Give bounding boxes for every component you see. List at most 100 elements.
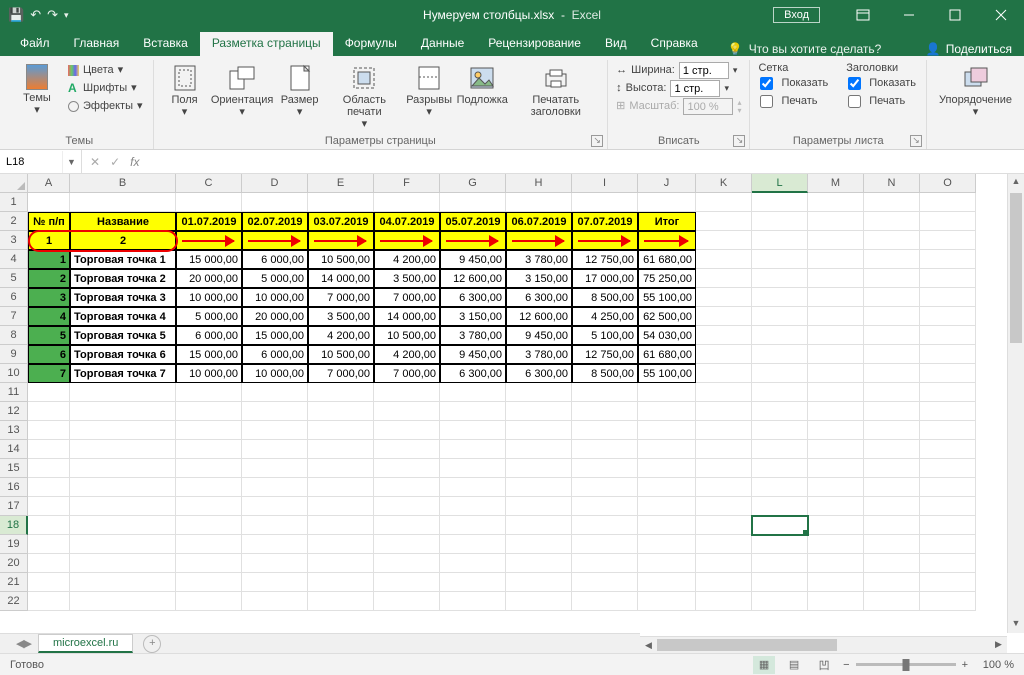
cell[interactable] xyxy=(374,516,440,535)
cell[interactable] xyxy=(808,516,864,535)
cell[interactable] xyxy=(696,459,752,478)
normal-view-icon[interactable]: ▦ xyxy=(753,656,775,674)
cell[interactable]: 10 000,00 xyxy=(176,364,242,383)
row-header[interactable]: 7 xyxy=(0,307,28,326)
cell[interactable] xyxy=(638,402,696,421)
cell[interactable]: 3 500,00 xyxy=(374,269,440,288)
cell[interactable] xyxy=(440,231,506,250)
cell[interactable] xyxy=(638,592,696,611)
cell[interactable] xyxy=(752,364,808,383)
cell[interactable] xyxy=(808,478,864,497)
cell[interactable] xyxy=(808,231,864,250)
cell[interactable]: 10 000,00 xyxy=(242,364,308,383)
cell[interactable] xyxy=(242,535,308,554)
cell[interactable] xyxy=(572,592,638,611)
cell[interactable] xyxy=(506,421,572,440)
cell[interactable] xyxy=(638,554,696,573)
cell[interactable] xyxy=(28,440,70,459)
cell[interactable]: 07.07.2019 xyxy=(572,212,638,231)
cell[interactable] xyxy=(374,592,440,611)
cell[interactable] xyxy=(752,345,808,364)
row-header[interactable]: 20 xyxy=(0,554,28,573)
cell[interactable] xyxy=(374,478,440,497)
page-break-view-icon[interactable]: 凹 xyxy=(813,656,835,674)
worksheet[interactable]: ABCDEFGHIJKLMNO 123456789101112131415161… xyxy=(0,174,1024,633)
tab-разметка страницы[interactable]: Разметка страницы xyxy=(200,32,333,56)
cell[interactable] xyxy=(506,592,572,611)
cell[interactable] xyxy=(696,193,752,212)
scroll-down-icon[interactable]: ▼ xyxy=(1008,616,1024,633)
cell[interactable] xyxy=(70,402,176,421)
col-header[interactable]: M xyxy=(808,174,864,193)
cell[interactable] xyxy=(808,421,864,440)
cell[interactable] xyxy=(506,459,572,478)
cell[interactable]: 2 xyxy=(70,231,176,250)
cell[interactable] xyxy=(696,421,752,440)
cell[interactable] xyxy=(308,535,374,554)
background-button[interactable]: Подложка xyxy=(458,62,506,108)
row-header[interactable]: 18 xyxy=(0,516,28,535)
cell[interactable] xyxy=(308,383,374,402)
cell[interactable]: Торговая точка 2 xyxy=(70,269,176,288)
cell[interactable]: 6 000,00 xyxy=(242,250,308,269)
cell[interactable] xyxy=(752,459,808,478)
cell[interactable] xyxy=(28,592,70,611)
cell[interactable] xyxy=(572,497,638,516)
qat-more-icon[interactable]: ▾ xyxy=(64,10,69,21)
cancel-formula-icon[interactable]: ✕ xyxy=(90,155,100,169)
cell[interactable] xyxy=(752,231,808,250)
ribbon-options-icon[interactable] xyxy=(840,0,886,30)
cell[interactable]: 10 000,00 xyxy=(242,288,308,307)
cell[interactable]: 4 250,00 xyxy=(572,307,638,326)
cell[interactable] xyxy=(70,592,176,611)
cell[interactable] xyxy=(506,402,572,421)
cell[interactable] xyxy=(374,573,440,592)
cell[interactable] xyxy=(920,440,976,459)
row-header[interactable]: 8 xyxy=(0,326,28,345)
cell[interactable] xyxy=(920,402,976,421)
cell[interactable]: 14 000,00 xyxy=(308,269,374,288)
cell[interactable] xyxy=(752,440,808,459)
tab-файл[interactable]: Файл xyxy=(8,32,62,56)
cell[interactable] xyxy=(808,497,864,516)
name-box[interactable]: ▼ xyxy=(0,150,82,173)
cell[interactable]: 3 780,00 xyxy=(506,250,572,269)
cell[interactable] xyxy=(242,478,308,497)
cell[interactable] xyxy=(696,231,752,250)
col-header[interactable]: A xyxy=(28,174,70,193)
cell[interactable] xyxy=(864,364,920,383)
cell[interactable]: 10 500,00 xyxy=(308,250,374,269)
cell[interactable] xyxy=(696,288,752,307)
breaks-button[interactable]: Разрывы▾ xyxy=(406,62,452,120)
cell[interactable] xyxy=(374,459,440,478)
cell[interactable] xyxy=(808,535,864,554)
cell[interactable] xyxy=(864,497,920,516)
cell[interactable] xyxy=(440,516,506,535)
cell[interactable]: 17 000,00 xyxy=(572,269,638,288)
cell[interactable]: 5 000,00 xyxy=(176,307,242,326)
cell[interactable]: Торговая точка 4 xyxy=(70,307,176,326)
cell[interactable] xyxy=(864,212,920,231)
cell[interactable] xyxy=(572,478,638,497)
cell[interactable] xyxy=(920,421,976,440)
cell[interactable]: 7 000,00 xyxy=(308,364,374,383)
width-input[interactable] xyxy=(679,62,729,79)
cell[interactable] xyxy=(808,383,864,402)
cell[interactable] xyxy=(506,383,572,402)
cell[interactable] xyxy=(70,573,176,592)
cell[interactable] xyxy=(638,478,696,497)
row-header[interactable]: 12 xyxy=(0,402,28,421)
row-header[interactable]: 15 xyxy=(0,459,28,478)
cell[interactable] xyxy=(308,402,374,421)
cell[interactable]: 5 xyxy=(28,326,70,345)
cell[interactable] xyxy=(28,459,70,478)
cell[interactable] xyxy=(864,516,920,535)
cell[interactable]: 3 xyxy=(28,288,70,307)
cell[interactable] xyxy=(440,459,506,478)
tab-справка[interactable]: Справка xyxy=(639,32,710,56)
cell[interactable] xyxy=(808,440,864,459)
cell[interactable] xyxy=(308,573,374,592)
cell[interactable] xyxy=(374,554,440,573)
colors-button[interactable]: Цвета ▾ xyxy=(66,62,145,79)
cell[interactable] xyxy=(920,516,976,535)
